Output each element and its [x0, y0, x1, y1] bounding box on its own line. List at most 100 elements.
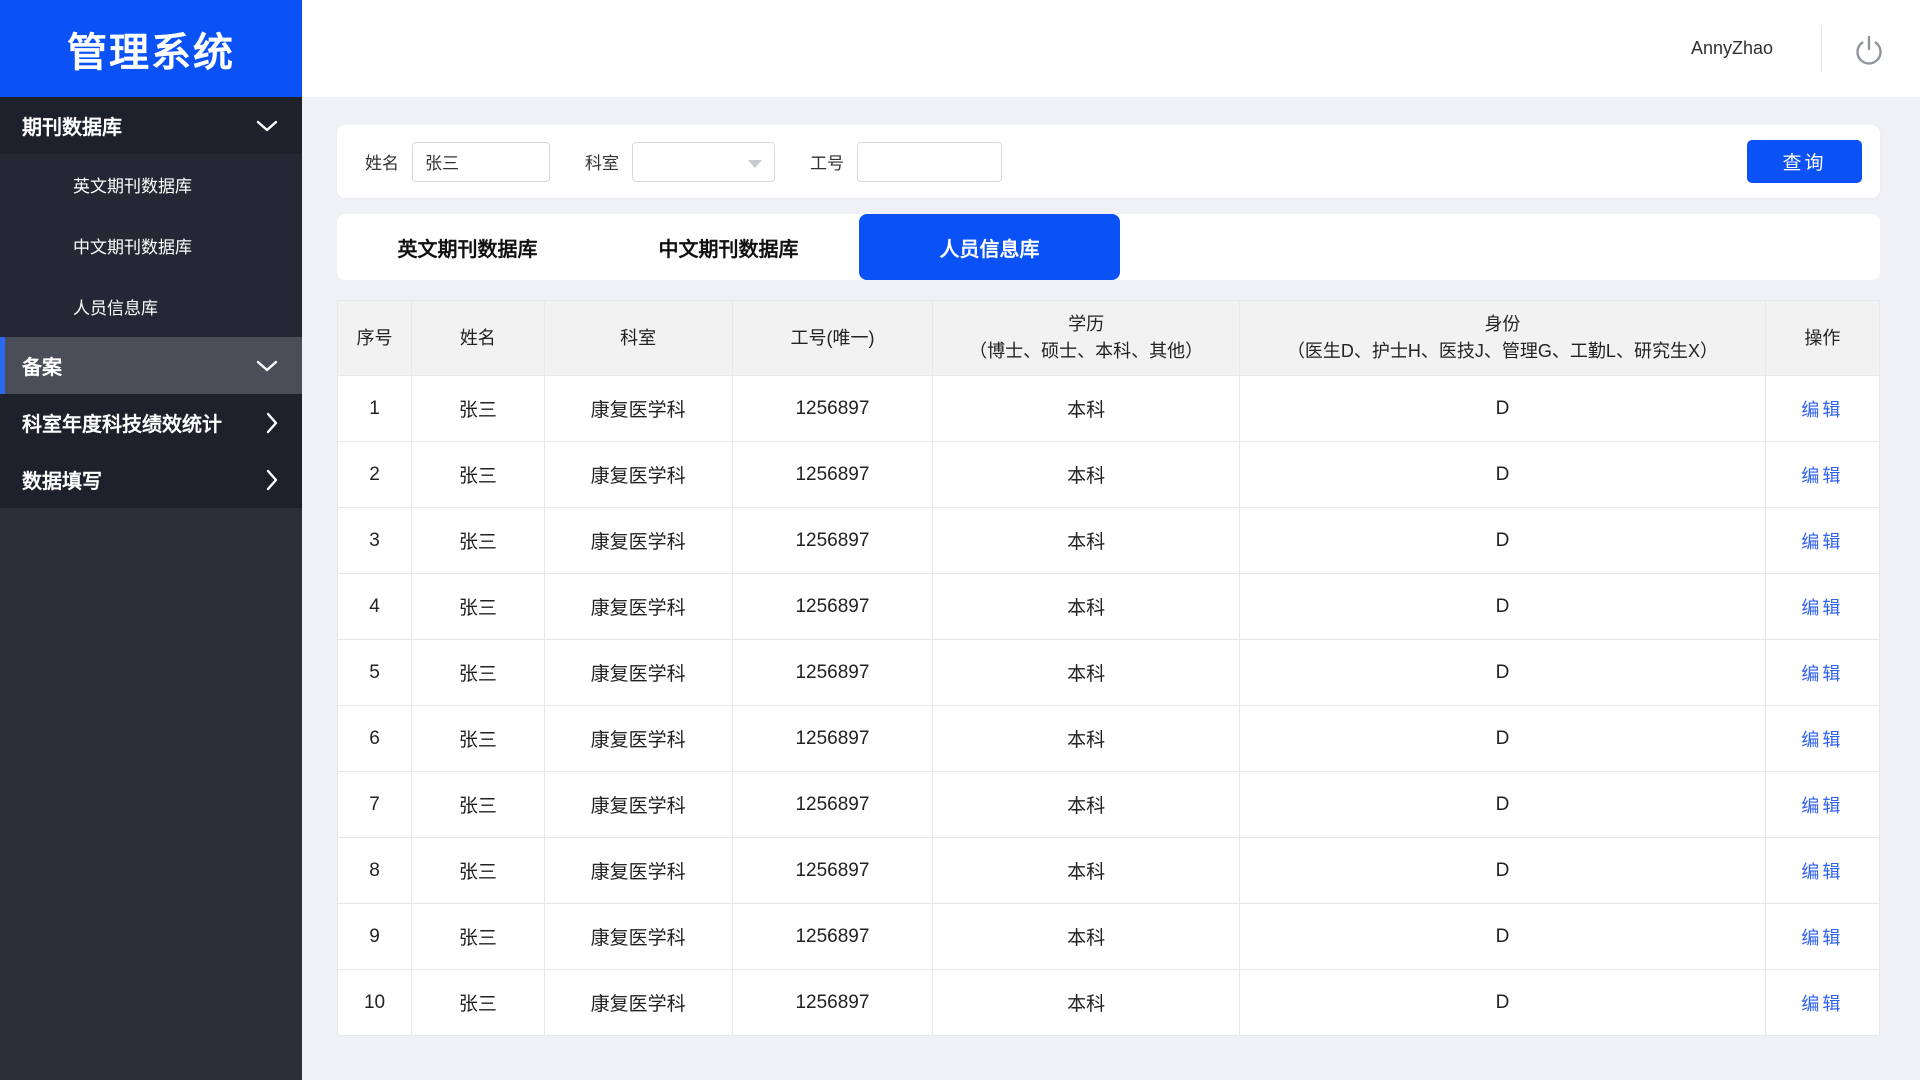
chevron-down-icon: [256, 120, 278, 132]
table-row: 7张三康复医学科1256897本科D编辑: [338, 772, 1880, 838]
sidebar-item-personnel-db[interactable]: 人员信息库: [0, 276, 302, 337]
action-cell: 编辑: [1765, 574, 1879, 640]
sidebar-item-label: 期刊数据库: [22, 111, 122, 140]
seq-cell: 3: [338, 508, 412, 574]
name-cell: 张三: [412, 772, 545, 838]
identity-cell: D: [1240, 706, 1766, 772]
table-row: 9张三康复医学科1256897本科D编辑: [338, 904, 1880, 970]
tab-english-journal-db[interactable]: 英文期刊数据库: [337, 214, 598, 280]
dept-cell: 康复医学科: [544, 376, 732, 442]
action-cell: 编辑: [1765, 772, 1879, 838]
app-logo: 管理系统: [0, 0, 302, 97]
sidebar-item-data-entry[interactable]: 数据填写: [0, 451, 302, 508]
tab-personnel-db[interactable]: 人员信息库: [859, 214, 1120, 280]
worker-id-cell: 1256897: [732, 442, 932, 508]
edit-link[interactable]: 编辑: [1801, 994, 1843, 1014]
tab-chinese-journal-db[interactable]: 中文期刊数据库: [598, 214, 859, 280]
edit-link[interactable]: 编辑: [1801, 730, 1843, 750]
table-body: 1张三康复医学科1256897本科D编辑2张三康复医学科1256897本科D编辑…: [338, 376, 1880, 1036]
sidebar-item-label: 英文期刊数据库: [73, 172, 192, 197]
worker-id-cell: 1256897: [732, 508, 932, 574]
identity-cell: D: [1240, 838, 1766, 904]
name-cell: 张三: [412, 508, 545, 574]
header-divider: [1821, 26, 1822, 72]
edit-link[interactable]: 编辑: [1801, 862, 1843, 882]
edit-link[interactable]: 编辑: [1801, 796, 1843, 816]
edit-link[interactable]: 编辑: [1801, 928, 1843, 948]
edit-link[interactable]: 编辑: [1801, 466, 1843, 486]
sidebar-item-english-journal-db[interactable]: 英文期刊数据库: [0, 154, 302, 215]
dept-cell: 康复医学科: [544, 970, 732, 1036]
journal-submenu: 英文期刊数据库 中文期刊数据库 人员信息库: [0, 154, 302, 337]
table-row: 5张三康复医学科1256897本科D编辑: [338, 640, 1880, 706]
seq-cell: 8: [338, 838, 412, 904]
sidebar-item-chinese-journal-db[interactable]: 中文期刊数据库: [0, 215, 302, 276]
dept-cell: 康复医学科: [544, 838, 732, 904]
name-label: 姓名: [365, 149, 399, 174]
sidebar-item-label: 中文期刊数据库: [73, 233, 192, 258]
sidebar-item-label: 数据填写: [22, 465, 102, 494]
edit-link[interactable]: 编辑: [1801, 598, 1843, 618]
name-cell: 张三: [412, 376, 545, 442]
degree-cell: 本科: [933, 376, 1240, 442]
action-cell: 编辑: [1765, 970, 1879, 1036]
action-cell: 编辑: [1765, 640, 1879, 706]
worker-id-cell: 1256897: [732, 904, 932, 970]
edit-link[interactable]: 编辑: [1801, 532, 1843, 552]
edit-link[interactable]: 编辑: [1801, 400, 1843, 420]
name-input[interactable]: [412, 142, 550, 182]
sidebar-item-journal-database[interactable]: 期刊数据库: [0, 97, 302, 154]
seq-cell: 10: [338, 970, 412, 1036]
dept-label: 科室: [585, 149, 619, 174]
chevron-down-icon: [256, 360, 278, 372]
degree-cell: 本科: [933, 640, 1240, 706]
search-bar: 姓名 科室 工号 查询: [337, 125, 1880, 198]
chevron-right-icon: [266, 412, 278, 434]
seq-cell: 7: [338, 772, 412, 838]
seq-cell: 9: [338, 904, 412, 970]
dept-cell: 康复医学科: [544, 508, 732, 574]
action-cell: 编辑: [1765, 376, 1879, 442]
degree-cell: 本科: [933, 772, 1240, 838]
table-header-row: 序号 姓名 科室 工号(唯一) 学历（博士、硕士、本科、其他） 身份（医生D、护…: [338, 301, 1880, 376]
worker-id-input[interactable]: [857, 142, 1002, 182]
dept-select[interactable]: [632, 142, 775, 182]
col-degree: 学历（博士、硕士、本科、其他）: [933, 301, 1240, 376]
name-cell: 张三: [412, 640, 545, 706]
worker-id-cell: 1256897: [732, 376, 932, 442]
name-cell: 张三: [412, 904, 545, 970]
username[interactable]: AnnyZhao: [1691, 38, 1773, 59]
table-row: 3张三康复医学科1256897本科D编辑: [338, 508, 1880, 574]
sidebar-item-dept-annual-performance[interactable]: 科室年度科技绩效统计: [0, 394, 302, 451]
edit-link[interactable]: 编辑: [1801, 664, 1843, 684]
degree-cell: 本科: [933, 574, 1240, 640]
logout-button[interactable]: [1848, 28, 1890, 70]
chevron-right-icon: [266, 469, 278, 491]
col-name: 姓名: [412, 301, 545, 376]
degree-cell: 本科: [933, 970, 1240, 1036]
action-cell: 编辑: [1765, 508, 1879, 574]
degree-cell: 本科: [933, 508, 1240, 574]
degree-cell: 本科: [933, 904, 1240, 970]
degree-cell: 本科: [933, 838, 1240, 904]
identity-cell: D: [1240, 640, 1766, 706]
dept-cell: 康复医学科: [544, 640, 732, 706]
sidebar-item-label: 人员信息库: [73, 294, 158, 319]
app-root: 管理系统 期刊数据库 英文期刊数据库 中文期刊数据库 人员信息库: [0, 0, 1920, 1080]
identity-cell: D: [1240, 574, 1766, 640]
power-icon: [1850, 30, 1888, 68]
identity-cell: D: [1240, 772, 1766, 838]
personnel-table: 序号 姓名 科室 工号(唯一) 学历（博士、硕士、本科、其他） 身份（医生D、护…: [337, 300, 1880, 1036]
action-cell: 编辑: [1765, 904, 1879, 970]
identity-cell: D: [1240, 442, 1766, 508]
sidebar-item-label: 备案: [22, 351, 62, 380]
col-action: 操作: [1765, 301, 1879, 376]
seq-cell: 6: [338, 706, 412, 772]
main-area: AnnyZhao 姓名 科室 工号: [302, 0, 1920, 1080]
table-row: 1张三康复医学科1256897本科D编辑: [338, 376, 1880, 442]
table-row: 2张三康复医学科1256897本科D编辑: [338, 442, 1880, 508]
search-button[interactable]: 查询: [1747, 140, 1862, 183]
sidebar: 管理系统 期刊数据库 英文期刊数据库 中文期刊数据库 人员信息库: [0, 0, 302, 1080]
table-row: 8张三康复医学科1256897本科D编辑: [338, 838, 1880, 904]
sidebar-item-filing[interactable]: 备案: [0, 337, 302, 394]
